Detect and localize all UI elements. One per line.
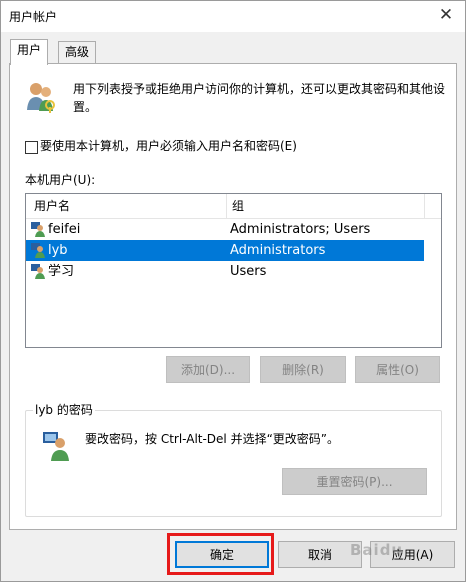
column-divider[interactable] (424, 194, 425, 218)
close-icon[interactable]: ✕ (426, 0, 466, 30)
column-header-group[interactable]: 组 (232, 194, 244, 218)
watermark: Baidu (350, 541, 404, 559)
user-icon (31, 243, 45, 258)
user-name: 学习 (48, 264, 75, 279)
column-divider[interactable] (226, 194, 227, 218)
list-header: 用户名 组 (26, 194, 441, 219)
ok-button-highlight (167, 533, 274, 575)
user-row-study[interactable]: 学习 Users (26, 261, 424, 282)
user-row-feifei[interactable]: feifei Administrators; Users (26, 219, 424, 240)
user-group: Administrators; Users (230, 222, 371, 237)
user-icon (31, 264, 45, 279)
user-row-lyb[interactable]: lyb Administrators (26, 240, 424, 261)
title-bar: 用户帐户 ✕ (0, 0, 466, 32)
require-password-checkbox[interactable] (25, 141, 38, 154)
local-users-label: 本机用户(U): (25, 173, 96, 187)
user-icon (31, 222, 45, 237)
tab-users[interactable]: 用户 (10, 39, 49, 65)
user-group: Users (230, 264, 267, 279)
column-header-username[interactable]: 用户名 (34, 194, 70, 218)
info-text: 用下列表授予或拒绝用户访问你的计算机，还可以更改其密码和其他设置。 (73, 82, 446, 114)
users-group-icon (27, 83, 55, 113)
password-group-box (25, 410, 442, 517)
require-password-label[interactable]: 要使用本计算机，用户必须输入用户名和密码(E) (40, 138, 297, 155)
tab-advanced[interactable]: 高级 (58, 41, 97, 63)
reset-password-button[interactable]: 重置密码(P)... (282, 468, 427, 495)
user-name: feifei (48, 222, 81, 237)
user-name: lyb (48, 243, 68, 258)
user-group: Administrators (230, 243, 326, 258)
properties-button[interactable]: 属性(O) (355, 356, 440, 383)
remove-user-button[interactable]: 删除(R) (260, 356, 346, 383)
user-password-icon (43, 432, 69, 461)
add-user-button[interactable]: 添加(D)... (166, 356, 250, 383)
password-group-title: lyb 的密码 (33, 401, 95, 418)
users-list[interactable]: 用户名 组 feifei Administrators; Users lyb A… (25, 193, 442, 348)
change-password-instruction: 要改密码，按 Ctrl-Alt-Del 并选择“更改密码”。 (85, 432, 340, 446)
window-title: 用户帐户 (9, 10, 58, 24)
